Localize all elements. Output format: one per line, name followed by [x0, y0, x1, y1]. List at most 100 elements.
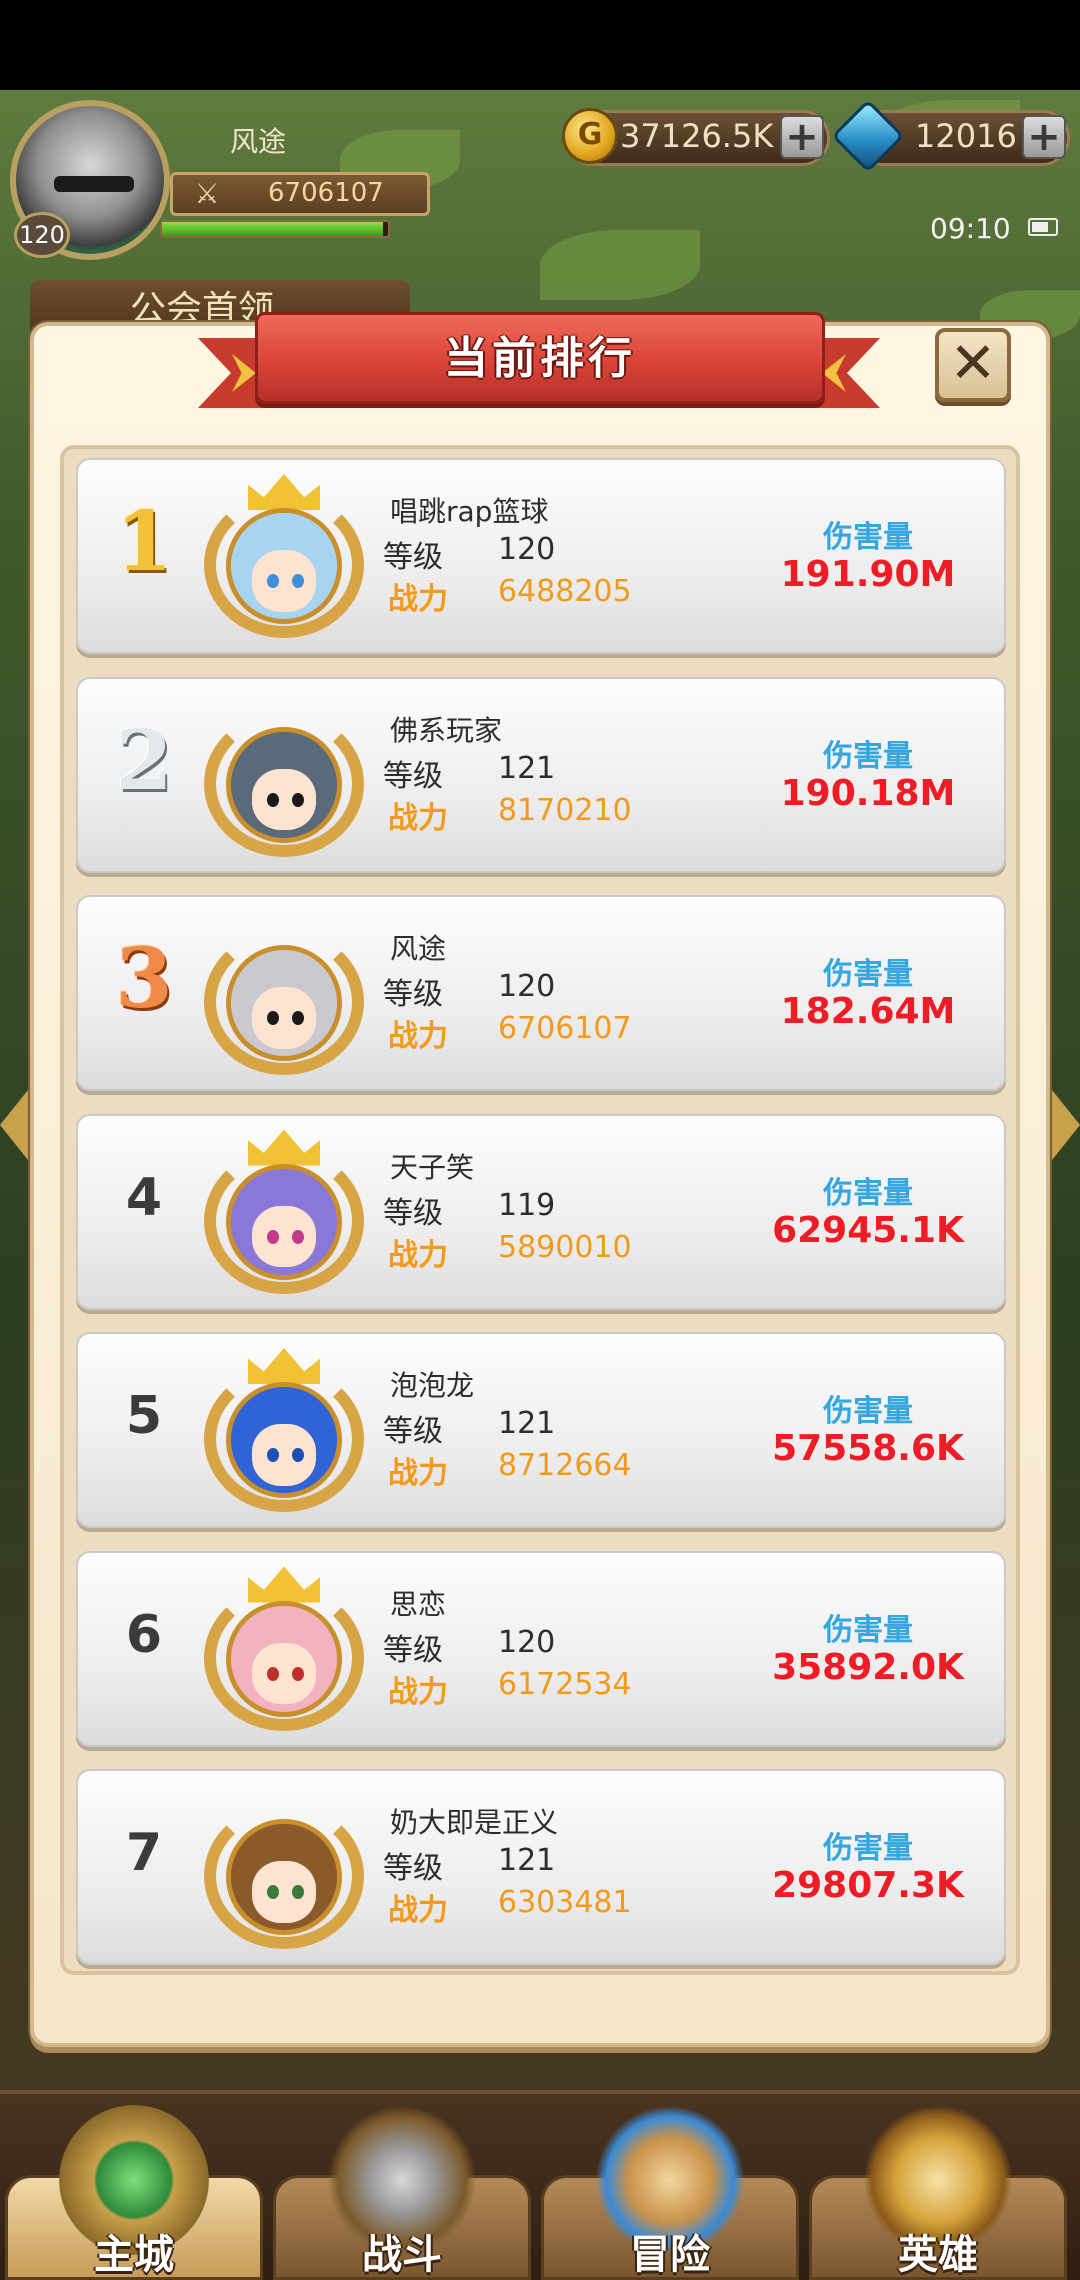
level-label: 等级 — [383, 1632, 443, 1668]
damage-value: 57558.6K — [772, 1428, 964, 1469]
rank-row[interactable]: 7 奶大即是正义 等级 121 战力 6303481 伤害量 29807.3K — [76, 1769, 1006, 1965]
rank-row[interactable]: 3 风途 等级 120 战力 6706107 伤害量 182.64M — [76, 895, 1006, 1091]
level-label: 等级 — [383, 977, 443, 1012]
avatar-blindfold — [54, 176, 134, 192]
level-label: 等级 — [383, 1414, 443, 1449]
power-value: 8170210 — [498, 792, 632, 828]
power-label: 战力 — [388, 1893, 448, 1928]
player-avatar-frame[interactable] — [204, 1566, 364, 1731]
power-value: 6172534 — [498, 1666, 632, 1702]
damage-label: 伤害量 — [823, 1831, 913, 1866]
rank-row[interactable]: 6 思恋 等级 120 战力 6172534 伤害量 35892.0K — [76, 1550, 1006, 1747]
rank-player-name: 思恋 — [390, 1587, 447, 1621]
rank-number: 6 — [125, 1604, 163, 1665]
player-exp-fill — [162, 222, 384, 236]
rank-player-name: 泡泡龙 — [390, 1369, 475, 1402]
portrait-face — [252, 1642, 316, 1705]
power-label: 战力 — [388, 1456, 448, 1491]
damage-label: 伤害量 — [823, 957, 913, 992]
player-avatar-frame[interactable] — [204, 911, 364, 1075]
crown-icon — [248, 1129, 320, 1166]
rank-player-name: 风途 — [390, 932, 447, 965]
damage-value: 190.18M — [780, 772, 956, 814]
add-gems-button[interactable]: + — [1022, 115, 1066, 159]
portrait-face — [252, 550, 316, 612]
player-portrait — [226, 508, 342, 624]
level-value: 121 — [498, 1843, 556, 1878]
rank-player-name: 天子笑 — [390, 1150, 475, 1184]
power-label: 战力 — [388, 582, 448, 617]
level-value: 119 — [498, 1187, 556, 1223]
damage-label: 伤害量 — [823, 738, 913, 774]
damage-value: 35892.0K — [772, 1646, 964, 1688]
rank-number: 3 — [115, 931, 173, 1027]
power-label: 战力 — [388, 1237, 448, 1273]
player-avatar-frame[interactable] — [204, 1348, 364, 1512]
clock: 09:10 — [930, 212, 1011, 245]
gold-value: 37126.5K — [620, 117, 774, 155]
damage-label: 伤害量 — [823, 1394, 913, 1429]
player-avatar-frame[interactable] — [204, 474, 364, 638]
level-value: 121 — [498, 1406, 556, 1441]
player-portrait — [226, 1382, 342, 1498]
nav-label: 战斗 — [362, 2232, 442, 2278]
level-value: 120 — [498, 969, 556, 1004]
rank-player-name: 奶大即是正义 — [390, 1806, 559, 1839]
rank-row[interactable]: 5 泡泡龙等级 121 战力 8712664 伤害量 57558.6K — [76, 1332, 1006, 1528]
rank-number: 4 — [125, 1167, 163, 1228]
player-avatar-frame[interactable] — [204, 693, 364, 857]
gem-value: 12016 — [915, 117, 1017, 155]
level-value: 120 — [498, 532, 556, 567]
damage-value: 62945.1K — [772, 1209, 964, 1251]
nav-label: 主城 — [94, 2232, 174, 2278]
portrait-face — [252, 987, 316, 1049]
rank-number: 2 — [115, 712, 173, 809]
rank-row[interactable]: 2 佛系玩家 等级 121 战力 8170210 伤害量 190.18M — [76, 676, 1006, 873]
damage-label: 伤害量 — [823, 1612, 913, 1648]
portrait-face — [252, 768, 316, 831]
damage-value: 29807.3K — [772, 1865, 964, 1906]
player-avatar-frame[interactable] — [204, 1129, 364, 1294]
player-portrait — [226, 1819, 342, 1935]
crown-icon — [248, 1348, 320, 1384]
rank-number: 1 — [115, 494, 173, 590]
level-value: 121 — [498, 750, 556, 786]
dialog-title: 当前排行 — [444, 333, 636, 384]
portrait-eye — [267, 1229, 280, 1244]
system-status-bar — [0, 0, 1080, 90]
portrait-face — [252, 1424, 316, 1486]
power-value: 8712664 — [498, 1448, 632, 1483]
level-label: 等级 — [383, 540, 443, 575]
battery-icon — [1028, 218, 1058, 236]
player-avatar-frame[interactable] — [204, 1785, 364, 1949]
player-portrait — [226, 726, 342, 843]
nav-label: 冒险 — [630, 2232, 710, 2278]
player-portrait — [226, 945, 342, 1061]
add-gold-button[interactable]: + — [780, 115, 824, 159]
portrait-face — [252, 1861, 316, 1923]
level-label: 等级 — [383, 1851, 443, 1886]
rank-player-name: 佛系玩家 — [390, 713, 503, 747]
player-level-badge: 120 — [14, 212, 70, 258]
player-exp-bar — [160, 220, 390, 238]
power-label: 战力 — [388, 800, 448, 836]
close-icon: ✕ — [949, 331, 997, 396]
crown-icon — [248, 1566, 320, 1603]
portrait-eye — [267, 1666, 280, 1681]
power-value: 6706107 — [498, 1011, 632, 1046]
power-label: 战力 — [388, 1019, 448, 1054]
power-value: 6488205 — [498, 574, 632, 609]
rank-number: 5 — [125, 1386, 163, 1446]
close-button[interactable]: ✕ — [935, 328, 1011, 402]
crossed-swords-icon: ⚔ — [194, 177, 220, 210]
power-value: 6303481 — [498, 1885, 632, 1920]
player-portrait — [226, 1600, 342, 1717]
crown-icon — [248, 474, 320, 510]
player-portrait — [226, 1163, 342, 1280]
gold-coin-icon: G — [562, 108, 618, 164]
rank-row[interactable]: 4 天子笑 等级 119 战力 5890010 伤害量 62945.1K — [76, 1113, 1006, 1310]
power-value: 5890010 — [498, 1229, 632, 1265]
damage-label: 伤害量 — [823, 520, 913, 555]
rank-row[interactable]: 1 唱跳rap篮球 等级 120 战力 6488205 伤害量 191.90M — [76, 458, 1006, 654]
damage-value: 191.90M — [780, 554, 956, 595]
